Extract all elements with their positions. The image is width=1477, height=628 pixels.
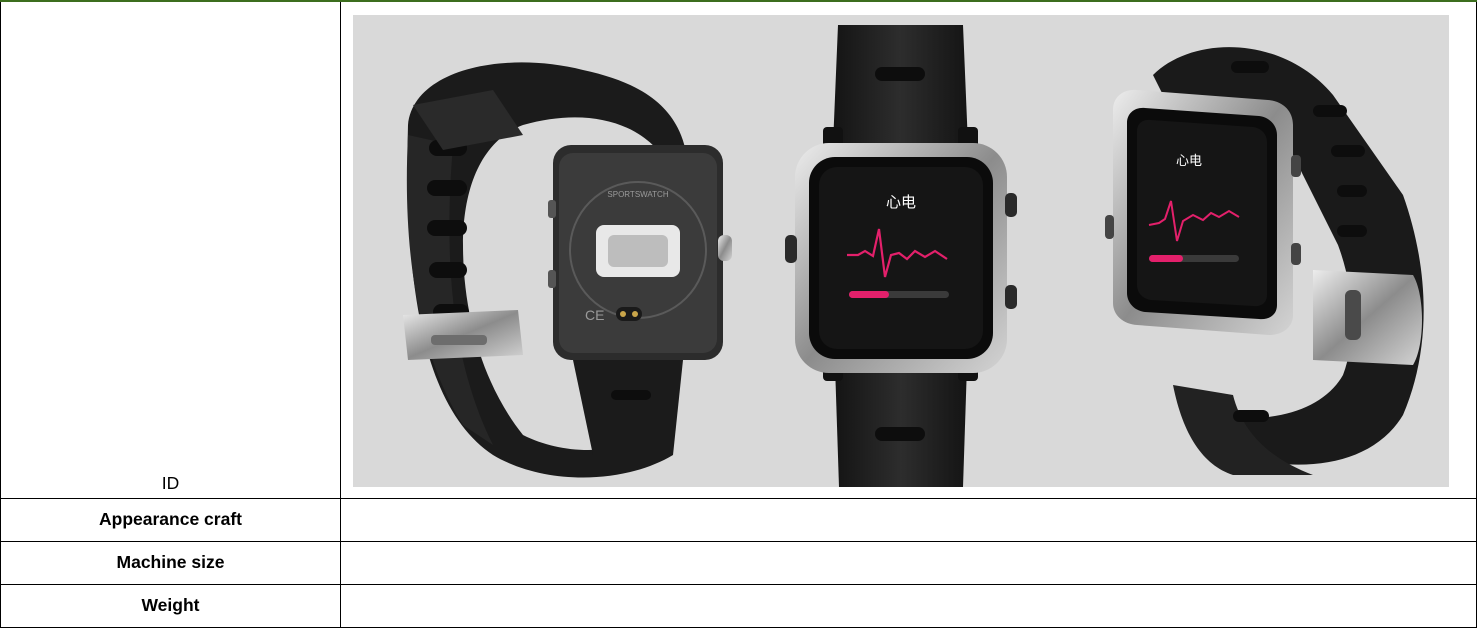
image-cell: SPORTSWATCH CE 心电 心电 bbox=[340, 0, 1477, 499]
spec-row-appearance-craft: Appearance craft bbox=[0, 497, 1477, 542]
front-progress-fill bbox=[849, 290, 889, 298]
id-row: ID SPORTSWATCH CE 心电 心电 bbox=[0, 0, 1477, 499]
front-screen-title: 心电 bbox=[886, 193, 916, 211]
watch-angled-view: 心电 bbox=[1105, 46, 1424, 475]
watch-back-view: SPORTSWATCH CE bbox=[403, 62, 732, 478]
product-photo: SPORTSWATCH CE 心电 心电 bbox=[353, 14, 1449, 487]
id-label-cell: ID bbox=[0, 0, 341, 499]
id-label: ID bbox=[161, 472, 180, 493]
value-machine-size bbox=[340, 540, 1477, 585]
watch-front-view: 心电 bbox=[785, 24, 1017, 487]
angled-screen-title: 心电 bbox=[1176, 154, 1202, 169]
label-weight: Weight bbox=[0, 583, 341, 628]
label-machine-size: Machine size bbox=[0, 540, 341, 585]
angled-progress-fill bbox=[1149, 254, 1183, 262]
value-weight bbox=[340, 583, 1477, 628]
spec-table: ID SPORTSWATCH CE 心电 心电 Appearance craft… bbox=[0, 0, 1477, 628]
spec-row-machine-size: Machine size bbox=[0, 540, 1477, 585]
label-appearance-craft: Appearance craft bbox=[0, 497, 341, 542]
value-appearance-craft bbox=[340, 497, 1477, 542]
ce-mark: CE bbox=[585, 307, 604, 323]
sportswatch-text: SPORTSWATCH bbox=[607, 190, 668, 199]
spec-row-weight: Weight bbox=[0, 583, 1477, 628]
